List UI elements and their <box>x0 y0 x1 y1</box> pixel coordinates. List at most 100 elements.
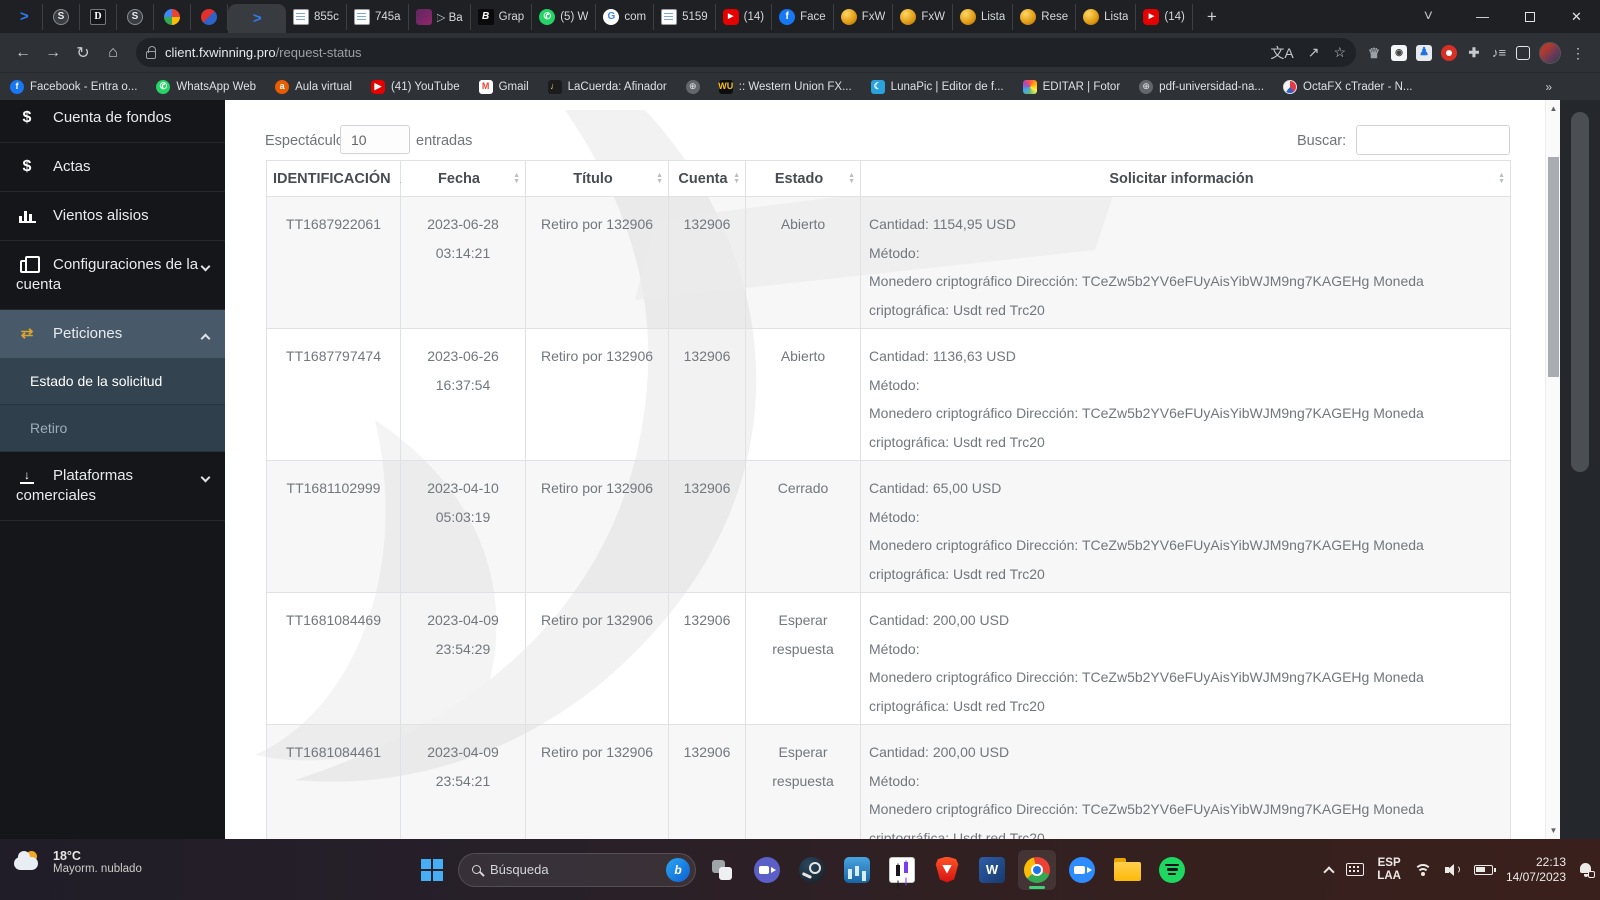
pinned-browser-tab[interactable]: S <box>43 3 80 30</box>
sidebar-item-peticiones[interactable]: ⇄ Peticiones <box>0 310 225 359</box>
bookmark-item[interactable]: EDITAR | Fotor <box>1022 79 1120 94</box>
scroll-up-icon[interactable]: ▲ <box>1546 104 1561 113</box>
address-bar[interactable]: client.fxwinning.pro /request-status 文A … <box>136 38 1356 67</box>
pinned-browser-tab[interactable] <box>154 3 191 30</box>
bookmark-item[interactable]: ⊕ <box>685 79 700 94</box>
pinned-browser-tab[interactable] <box>191 3 228 30</box>
browser-tab[interactable]: ▷ Ba <box>409 3 471 30</box>
touch-keyboard-icon[interactable] <box>1346 863 1365 876</box>
active-browser-tab[interactable]: > <box>228 4 286 33</box>
column-header-estado[interactable]: Estado ▲ ▼ <box>745 160 861 197</box>
sidebar-item-actas[interactable]: $ Actas <box>0 143 225 193</box>
new-tab-button[interactable]: + <box>1197 7 1227 27</box>
column-header-t-tulo[interactable]: Título ▲ ▼ <box>525 160 669 197</box>
forward-button[interactable]: → <box>38 38 68 68</box>
back-button[interactable]: ← <box>8 38 38 68</box>
taskbar-app-chrome[interactable] <box>1018 849 1056 890</box>
volume-icon[interactable] <box>1444 863 1461 877</box>
wifi-icon[interactable] <box>1413 863 1432 877</box>
profile-avatar[interactable] <box>1539 41 1561 64</box>
language-indicator[interactable]: ESP LAA <box>1377 857 1401 883</box>
browser-tab[interactable]: Rese <box>1013 3 1077 30</box>
pinned-browser-tab[interactable]: > <box>6 3 43 30</box>
lunapic-extension-icon[interactable]: ◉ <box>1391 44 1407 61</box>
bookmark-item[interactable]: ▶ (41) YouTube <box>370 79 460 94</box>
scroll-down-icon[interactable]: ▼ <box>1546 826 1561 835</box>
sidebar-item-configuraciones-de-la-cuenta[interactable]: Configuraciones de la cuenta <box>0 241 225 311</box>
taskbar-search[interactable]: Búsqueda b <box>458 852 696 887</box>
clock[interactable]: 22:13 14/07/2023 <box>1506 855 1566 885</box>
taskbar-app-brave[interactable] <box>928 850 966 890</box>
browser-tab[interactable]: B Grap <box>471 3 533 30</box>
browser-tab[interactable]: 745a <box>347 3 409 30</box>
playlist-icon[interactable]: ♪≡ <box>1491 45 1507 61</box>
browser-tab[interactable]: FxW <box>893 3 953 30</box>
share-icon[interactable]: ↗ <box>1308 44 1320 61</box>
browser-tab[interactable]: 855c <box>286 3 347 30</box>
sidebar-item-vientos-alisios[interactable]: Vientos alisios <box>0 192 225 242</box>
browser-menu-icon[interactable]: ⋮ <box>1570 45 1586 61</box>
browser-tab[interactable]: f Face <box>772 3 834 30</box>
person-extension-icon[interactable]: ♟ <box>1416 44 1432 61</box>
pinned-browser-tab[interactable]: D <box>80 3 117 30</box>
weather-widget[interactable]: 18°C Mayorm. nublado <box>12 849 142 875</box>
bookmark-item[interactable]: ⊕ pdf-universidad-na... <box>1139 79 1264 94</box>
battery-icon[interactable] <box>1473 864 1496 875</box>
outer-scrollbar-thumb[interactable] <box>1571 112 1589 472</box>
bookmark-item[interactable]: ✆ WhatsApp Web <box>156 79 256 94</box>
notifications-bell-icon[interactable] <box>1579 863 1595 878</box>
browser-tab[interactable]: Lista <box>1076 3 1137 30</box>
sidebar-item-cuenta-de-fondos[interactable]: $ Cuenta de fondos <box>0 100 225 144</box>
taskbar-app-zoom[interactable] <box>1063 850 1101 890</box>
reload-button[interactable]: ↻ <box>68 38 98 68</box>
taskbar-app-word[interactable]: W <box>973 850 1011 890</box>
reading-list-icon[interactable] <box>1516 45 1530 60</box>
taskbar-app-chat[interactable] <box>748 850 786 890</box>
taskbar-app-task-view[interactable] <box>703 850 741 890</box>
extensions-puzzle-icon[interactable]: ✚ <box>1466 45 1482 61</box>
browser-tab[interactable]: 5159 <box>654 3 716 30</box>
translate-icon[interactable]: 文A <box>1270 43 1293 63</box>
inner-scrollbar[interactable]: ▲ ▼ <box>1545 100 1560 839</box>
column-header-cuenta[interactable]: Cuenta ▲ ▼ <box>668 160 746 197</box>
maximize-button[interactable] <box>1506 0 1553 33</box>
column-header-fecha[interactable]: Fecha ▲ ▼ <box>400 160 526 197</box>
taskbar-app-steam[interactable] <box>793 850 831 890</box>
table-search-input[interactable] <box>1356 125 1510 155</box>
bookmark-item[interactable]: OctaFX cTrader - N... <box>1283 79 1413 94</box>
close-button[interactable]: ✕ <box>1553 0 1600 33</box>
bookmark-item[interactable]: ☾ LunaPic | Editor de f... <box>870 79 1004 94</box>
bookmark-item[interactable]: ♩ LaCuerda: Afinador <box>547 79 667 94</box>
bookmark-item[interactable]: WU:: Western Union FX... <box>718 79 852 94</box>
column-header-identificaci-n[interactable]: IDENTIFICACIÓN▲ <box>266 160 408 197</box>
taskbar-app-spotify[interactable] <box>1153 850 1191 890</box>
start-button[interactable] <box>413 850 451 890</box>
browser-tab[interactable]: Gcom <box>596 3 655 30</box>
taskbar-app-trading-app[interactable] <box>838 850 876 890</box>
hidden-icons-chevron-icon[interactable] <box>1323 865 1335 878</box>
browser-tab[interactable]: FxW <box>834 3 894 30</box>
bookmarks-overflow-icon[interactable]: » <box>1545 80 1552 94</box>
record-extension-icon[interactable] <box>1441 44 1457 61</box>
home-button[interactable]: ⌂ <box>98 38 128 68</box>
browser-tab[interactable]: ▶ (14) <box>1136 3 1193 30</box>
browser-tab[interactable]: Lista <box>953 3 1014 30</box>
bookmark-item[interactable]: a Aula virtual <box>275 79 352 94</box>
page-length-input[interactable] <box>340 125 410 154</box>
bookmark-star-icon[interactable]: ☆ <box>1333 44 1346 61</box>
sidebar-item-plataformas-comerciales[interactable]: ↓ Plataformas comerciales <box>0 452 225 522</box>
pinned-browser-tab[interactable]: S <box>117 3 154 30</box>
browser-tab[interactable]: ✆ (5) W <box>532 3 597 30</box>
column-header-solicitar-informaci-n[interactable]: Solicitar información ▲ ▼ <box>860 160 1511 197</box>
taskbar-app-candlestick-app[interactable] <box>883 850 921 890</box>
crown-extension-icon[interactable]: ♛ <box>1366 45 1382 61</box>
tab-search-icon[interactable]: ˅ <box>1424 8 1433 26</box>
bookmark-item[interactable]: M Gmail <box>478 79 529 94</box>
page-outer-scrollbar[interactable] <box>1560 100 1600 839</box>
taskbar-app-file-explorer[interactable] <box>1108 850 1146 890</box>
browser-tab[interactable]: ▶ (14) <box>716 3 773 30</box>
inner-scrollbar-thumb[interactable] <box>1548 157 1559 377</box>
sidebar-subitem-retiro[interactable]: Retiro <box>0 405 225 453</box>
sidebar-subitem-estado-de-la-solicitud[interactable]: Estado de la solicitud <box>0 358 225 406</box>
bookmark-item[interactable]: f Facebook - Entra o... <box>10 79 137 94</box>
